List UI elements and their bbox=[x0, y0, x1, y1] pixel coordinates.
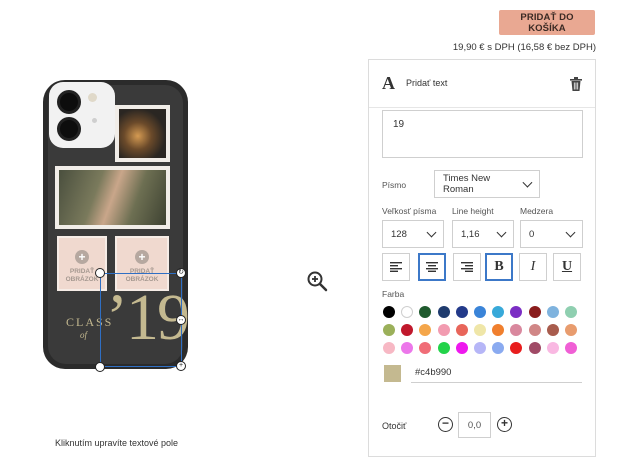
plus-icon: + bbox=[135, 250, 149, 264]
rotate-increase-button[interactable]: + bbox=[497, 417, 512, 432]
color-swatch[interactable] bbox=[383, 324, 395, 336]
color-swatch[interactable] bbox=[401, 324, 414, 336]
trash-icon[interactable] bbox=[570, 77, 582, 91]
photo-image bbox=[119, 109, 166, 158]
camera-module bbox=[49, 82, 115, 148]
align-center-icon bbox=[426, 262, 438, 272]
line-height-label: Line height bbox=[452, 206, 494, 216]
color-swatch[interactable] bbox=[528, 342, 541, 354]
color-hex-input[interactable] bbox=[411, 363, 582, 383]
color-swatch[interactable] bbox=[510, 306, 523, 318]
color-swatch[interactable] bbox=[510, 342, 523, 354]
color-swatch[interactable] bbox=[474, 324, 486, 336]
color-swatch[interactable] bbox=[528, 306, 541, 318]
plus-icon: + bbox=[75, 250, 89, 264]
color-swatch[interactable] bbox=[474, 342, 486, 354]
resize-horizontal-handle-icon[interactable]: ↔ bbox=[176, 315, 186, 325]
color-swatch[interactable] bbox=[492, 306, 505, 318]
color-swatch[interactable] bbox=[419, 306, 432, 318]
chevron-down-icon bbox=[565, 227, 576, 237]
camera-mic bbox=[92, 118, 97, 123]
line-height-value: 1,16 bbox=[461, 228, 480, 240]
edit-hint-text: Kliknutím upravíte textové pole bbox=[55, 438, 179, 448]
chevron-down-icon bbox=[522, 177, 533, 187]
color-swatch[interactable] bbox=[401, 306, 414, 318]
font-size-value: 128 bbox=[391, 228, 407, 240]
color-swatch[interactable] bbox=[546, 324, 559, 336]
color-swatch[interactable] bbox=[437, 324, 450, 336]
photo-slot-hands[interactable] bbox=[55, 166, 170, 229]
align-right-button[interactable] bbox=[453, 253, 481, 281]
color-swatch[interactable] bbox=[565, 324, 577, 336]
align-left-button[interactable] bbox=[382, 253, 410, 281]
line-height-select[interactable]: 1,16 bbox=[452, 220, 514, 248]
spacing-select[interactable]: 0 bbox=[520, 220, 583, 248]
color-swatch[interactable] bbox=[565, 342, 577, 354]
text-icon: A bbox=[382, 73, 395, 93]
spacing-label: Medzera bbox=[520, 206, 554, 216]
spacing-value: 0 bbox=[529, 228, 535, 240]
color-swatch[interactable] bbox=[437, 342, 450, 354]
color-swatch[interactable] bbox=[492, 342, 505, 354]
color-swatch[interactable] bbox=[401, 342, 414, 354]
rotate-handle-icon[interactable]: ↻ bbox=[176, 268, 186, 278]
underline-button[interactable]: U bbox=[553, 253, 581, 281]
underline-icon: U bbox=[561, 259, 573, 274]
color-swatch[interactable] bbox=[510, 324, 523, 336]
color-swatch[interactable] bbox=[383, 342, 395, 354]
color-swatch[interactable] bbox=[455, 306, 468, 318]
align-center-button[interactable] bbox=[418, 253, 446, 281]
color-swatch[interactable] bbox=[419, 342, 432, 354]
color-swatch[interactable] bbox=[455, 342, 468, 354]
align-right-icon bbox=[461, 262, 473, 272]
handle-icon[interactable] bbox=[95, 268, 105, 278]
photo-slot-candle[interactable] bbox=[115, 105, 170, 162]
panel-title: Pridať text bbox=[406, 78, 448, 88]
color-swatch[interactable] bbox=[546, 306, 559, 318]
bold-icon: B bbox=[494, 259, 504, 274]
font-select-value: Times New Roman bbox=[443, 173, 491, 195]
color-swatch[interactable] bbox=[528, 324, 541, 336]
photo-image bbox=[59, 170, 166, 225]
align-left-icon bbox=[390, 262, 402, 272]
italic-button[interactable]: I bbox=[519, 253, 547, 281]
color-swatch[interactable] bbox=[419, 324, 432, 336]
rotate-label: Otočiť bbox=[382, 421, 407, 431]
font-size-label: Veľkosť písma bbox=[382, 206, 437, 216]
bold-button[interactable]: B bbox=[485, 253, 513, 281]
text-selection-box[interactable] bbox=[100, 273, 182, 367]
color-swatch[interactable] bbox=[455, 324, 468, 336]
color-swatch[interactable] bbox=[437, 306, 450, 318]
text-content-input[interactable] bbox=[382, 110, 583, 158]
color-swatch[interactable] bbox=[546, 342, 559, 354]
camera-lens bbox=[57, 90, 81, 114]
camera-flash bbox=[88, 93, 97, 102]
panel-header: A Pridať text bbox=[369, 60, 595, 108]
camera-lens bbox=[57, 117, 81, 141]
italic-icon: I bbox=[530, 259, 536, 274]
text-edit-panel: A Pridať text Písmo Times New Roman Veľk… bbox=[368, 59, 596, 457]
font-label: Písmo bbox=[382, 180, 407, 190]
font-select[interactable]: Times New Roman bbox=[434, 170, 540, 198]
rotate-input[interactable] bbox=[458, 412, 491, 438]
rotate-decrease-button[interactable]: − bbox=[438, 417, 453, 432]
font-size-select[interactable]: 128 bbox=[382, 220, 444, 248]
add-to-cart-button[interactable]: PRIDAŤ DO KOŠÍKA bbox=[499, 10, 595, 35]
color-swatch[interactable] bbox=[492, 324, 505, 336]
chevron-down-icon bbox=[496, 227, 507, 237]
resize-corner-handle-icon[interactable]: + bbox=[176, 361, 186, 371]
color-swatch[interactable] bbox=[474, 306, 486, 318]
color-label: Farba bbox=[382, 289, 405, 299]
design-of-text[interactable]: of bbox=[80, 330, 87, 340]
current-color-swatch bbox=[384, 365, 401, 382]
color-swatch[interactable] bbox=[565, 306, 577, 318]
chevron-down-icon bbox=[426, 227, 437, 237]
handle-icon[interactable] bbox=[95, 362, 105, 372]
price-text: 19,90 € s DPH (16,58 € bez DPH) bbox=[452, 42, 596, 53]
color-swatch[interactable] bbox=[383, 306, 395, 318]
zoom-in-icon[interactable] bbox=[306, 270, 328, 292]
